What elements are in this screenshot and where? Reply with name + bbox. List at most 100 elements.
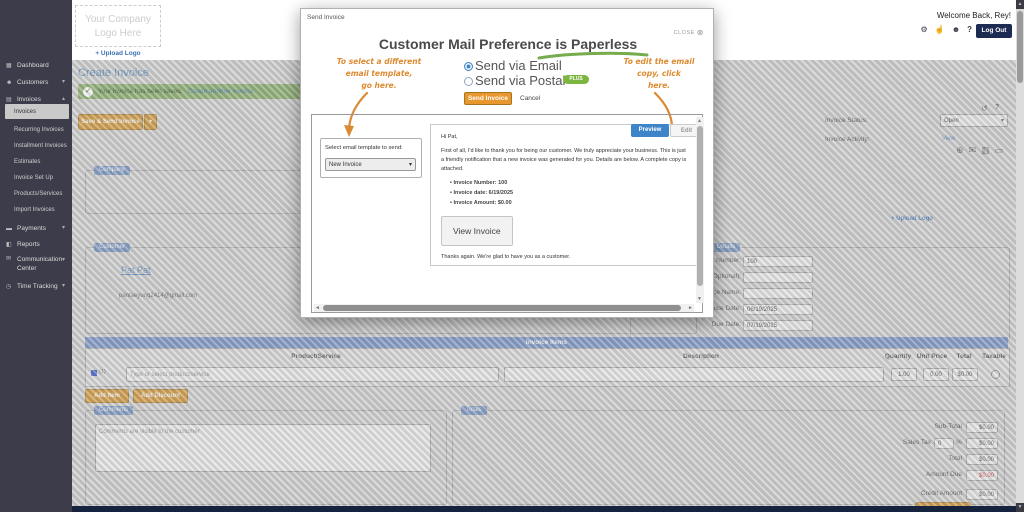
comments-section: Comments Comments are visible to the cus… [85,410,447,505]
customer-section-label: Customer [94,243,130,252]
sidebar-item-dashboard[interactable]: ▦Dashboard [0,58,72,73]
comments-section-label: Comments [94,406,133,415]
customer-name-link[interactable]: Pat Pat [121,265,151,275]
invoice-activity-view-link[interactable]: View [942,136,955,142]
save-send-dropdown-button[interactable]: ▾ [144,114,157,130]
invoice-status-select[interactable]: Open ▾ [940,114,1008,127]
send-invoice-button[interactable]: Send Invoice [464,92,512,105]
unit-price-input[interactable]: 0.00 [923,368,949,381]
invoice-name-input[interactable] [743,288,813,299]
email-template-box: Select email template to send: New Invoi… [320,138,422,178]
sidebar-subitem-estimates[interactable]: Estimates [14,155,72,169]
scroll-up-icon[interactable]: ▲ [697,118,702,124]
col-product-service: Product/Service [126,353,506,360]
user-icon[interactable]: ☻ [952,25,960,34]
row-number: (1) [99,369,106,375]
template-select-label: Select email template to send: [325,145,419,151]
page-title: Create Invoice [78,67,149,79]
upload-logo-link[interactable]: + Upload Logo [868,216,956,222]
sidebar-subitem-recurring-invoices[interactable]: Recurring Invoices [14,123,72,137]
template-select[interactable]: New Invoice ▾ [325,158,416,171]
totals-section: Totals Sub-Total $0.00 Sales Tax 0 % $0.… [452,410,1005,505]
printer-icon[interactable]: ▥ [981,145,990,156]
vertical-scroll-thumb[interactable] [697,126,703,286]
customers-icon: ☻ [6,76,14,91]
banner-text: Your invoice has been saved. [98,88,183,95]
sidebar-item-reports[interactable]: ◧Reports [0,237,72,252]
preview-tab-button[interactable]: Preview [631,124,669,137]
add-item-button[interactable]: Add Item [85,389,129,403]
dashboard-icon: ▦ [6,59,14,74]
row-total-value: $0.00 [952,368,978,381]
invoice-activity-label: Invoice Activity: [825,136,935,143]
horizontal-scrollbar[interactable]: ◄ ► [314,304,694,312]
scroll-right-icon[interactable]: ► [688,305,693,311]
amount-due-label: Amount Due [842,471,962,478]
col-quantity: Quantity [881,353,915,360]
logout-button[interactable]: Log Out [976,24,1012,38]
quantity-input[interactable]: 1.00 [891,368,917,381]
history-icon[interactable]: ↺ [981,104,988,113]
chevron-down-icon: ▾ [62,279,65,294]
scroll-up-icon[interactable]: ▲ [1016,0,1024,9]
create-another-invoice-link[interactable]: Create another invoice. [188,88,255,95]
help-icon[interactable]: ? [995,104,999,111]
browser-scrollbar[interactable]: ▲ ▼ [1016,0,1024,512]
scroll-left-icon[interactable]: ◄ [315,305,320,311]
cancel-link[interactable]: Cancel [520,95,540,102]
email-preview-box: Hi Pat, First of all, I'd like to thank … [430,124,700,266]
product-service-input[interactable]: Type or select product/service [126,367,499,382]
send-via-postal-radio[interactable] [464,77,473,86]
save-send-invoice-button[interactable]: Save & Send Invoice [78,114,143,130]
modal-title: Send Invoice [307,14,345,21]
sidebar-subitem-invoice-set-up[interactable]: Invoice Set Up [14,171,72,185]
due-date-input[interactable]: 07/19/2025 [743,320,813,331]
due-date-label: Due Date: [641,321,741,328]
sidebar-subitem-products-services[interactable]: Products/Services [14,187,72,201]
company-logo-placeholder[interactable]: Your Company Logo Here [75,5,161,47]
invoice-date-input[interactable]: 06/19/2025 [743,304,813,315]
horizontal-scroll-thumb[interactable] [323,305,681,311]
upload-logo-link[interactable]: + Upload Logo [75,50,161,57]
comments-textarea[interactable]: Comments are visible to the customer [95,424,431,472]
description-input[interactable] [504,367,884,382]
sidebar-item-payments[interactable]: ▬Payments ▾ [0,221,72,236]
chevron-down-icon: ▾ [1001,117,1004,124]
sidebar-subitem-import-invoices[interactable]: Import Invoices [14,203,72,217]
taxable-checkbox[interactable] [991,370,1000,379]
row-checkbox[interactable] [91,370,97,376]
thumb-up-icon[interactable]: ☝ [935,25,945,34]
invoice-logo-placeholder[interactable]: Your Company Logo Here [868,166,956,212]
send-via-email-radio[interactable] [464,62,473,71]
invoice-number-input[interactable]: 100 [743,256,813,267]
scroll-down-icon[interactable]: ▼ [1016,503,1024,512]
chat-icon[interactable]: ✉ [969,145,977,156]
devices-icon[interactable]: ▭ [995,145,1004,156]
col-description: Description [511,353,891,360]
vertical-scrollbar[interactable]: ▲ ▼ [696,117,704,303]
bullet-invoice-number: Invoice Number: 100 [450,179,689,188]
sidebar-item-time-tracking[interactable]: ◷Time Tracking ▾ [0,279,72,294]
sidebar-subitem-installment-invoices[interactable]: Installment Invoices [14,139,72,153]
sidebar-subitem-invoices[interactable]: Invoices [14,105,72,119]
scroll-thumb[interactable] [1017,11,1023,83]
add-discount-button[interactable]: Add Discount [133,389,188,403]
welcome-text: Welcome Back, Rey! [937,11,1011,20]
po-number-input[interactable] [743,272,813,283]
send-invoice-modal: Send Invoice CLOSE ⊗ Customer Mail Prefe… [300,8,714,318]
scroll-down-icon[interactable]: ▼ [697,296,702,302]
chevron-down-icon: ▾ [62,75,65,90]
sidebar-item-communication-center[interactable]: ✉ Communication Center ▾ [0,253,72,277]
company-section-label: Company [94,166,130,175]
view-invoice-button[interactable]: View Invoice [441,216,513,246]
gear-icon[interactable]: ⚙ [921,25,928,34]
sales-tax-label: Sales Tax [842,439,931,446]
help-icon[interactable]: ? [967,25,972,34]
sidebar-item-customers[interactable]: ☻Customers ▾ [0,75,72,90]
sales-tax-rate-input[interactable]: 0 [934,438,954,449]
invoice-status-label: Invoice Status: [825,117,935,124]
globe-icon[interactable]: ⊕ [956,145,964,156]
send-via-email-label[interactable]: Send via Email [475,58,562,73]
sidebar: ▦Dashboard ☻Customers ▾ ▤Invoices ▴ Invo… [0,0,72,512]
send-via-postal-label[interactable]: Send via Postal [475,73,565,88]
